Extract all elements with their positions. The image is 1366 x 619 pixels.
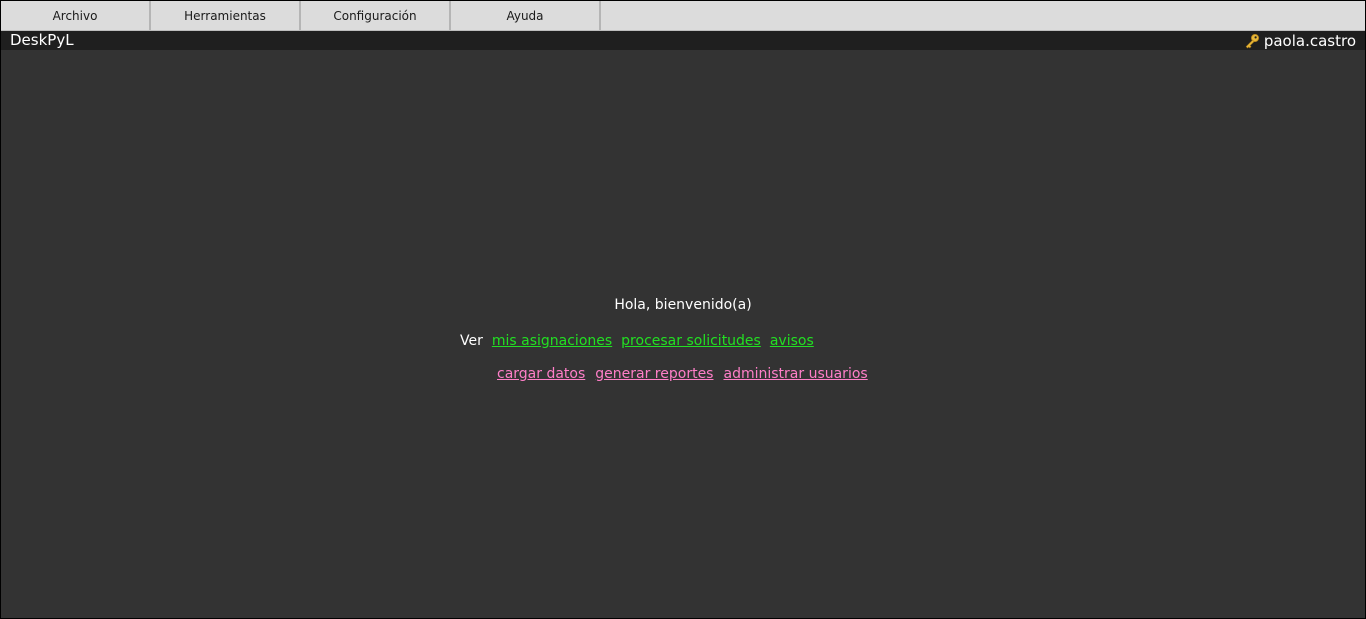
link-avisos[interactable]: avisos <box>770 333 814 349</box>
menu-archivo[interactable]: Archivo <box>1 1 151 30</box>
secondary-links-row: cargar datos generar reportes administra… <box>497 366 878 382</box>
link-cargar-datos[interactable]: cargar datos <box>497 366 585 382</box>
link-procesar-solicitudes[interactable]: procesar solicitudes <box>621 333 761 349</box>
main-content: Hola, bienvenido(a) Ver mis asignaciones… <box>1 50 1365 618</box>
menu-configuracion[interactable]: Configuración <box>301 1 451 30</box>
key-icon <box>1245 33 1259 48</box>
menu-ayuda[interactable]: Ayuda <box>451 1 601 30</box>
app-window: Archivo Herramientas Configuración Ayuda… <box>0 0 1366 619</box>
ver-label: Ver <box>460 333 483 349</box>
link-generar-reportes[interactable]: generar reportes <box>595 366 713 382</box>
app-title: DeskPyL <box>10 31 74 49</box>
menu-bar: Archivo Herramientas Configuración Ayuda <box>1 1 1365 31</box>
username-label: paola.castro <box>1263 31 1356 50</box>
user-account[interactable]: paola.castro <box>1244 31 1356 50</box>
welcome-message: Hola, bienvenido(a) <box>614 297 752 313</box>
menu-herramientas[interactable]: Herramientas <box>151 1 301 30</box>
title-bar: DeskPyL paola.castro <box>1 31 1365 50</box>
link-administrar-usuarios[interactable]: administrar usuarios <box>723 366 867 382</box>
primary-links-row: Ver mis asignaciones procesar solicitude… <box>460 333 823 349</box>
link-mis-asignaciones[interactable]: mis asignaciones <box>492 333 612 349</box>
